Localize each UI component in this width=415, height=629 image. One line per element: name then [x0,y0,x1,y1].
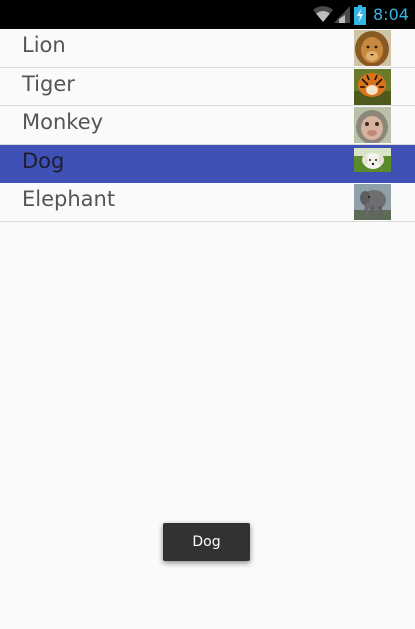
list-item-label: Elephant [22,187,116,212]
list-item-elephant[interactable]: Elephant [0,183,415,222]
list-item-label: Tiger [22,71,75,96]
tiger-thumbnail [354,68,391,105]
battery-charging-icon [354,5,366,30]
toast-message: Dog [163,523,250,561]
signal-icon [334,6,350,28]
list-item-dog[interactable]: Dog [0,144,415,184]
status-bar: 8:04 [0,0,415,29]
list-item-lion[interactable]: Lion [0,29,415,68]
list-item-label: Dog [22,148,65,173]
dog-thumbnail [354,145,391,182]
lion-thumbnail [354,30,391,66]
list-item-label: Lion [22,33,66,57]
wifi-icon [313,6,333,28]
list-item-monkey[interactable]: Monkey [0,106,415,145]
elephant-thumbnail [354,184,391,221]
animal-list[interactable]: Lion Tiger Monkey Dog Elephant [0,29,415,222]
monkey-thumbnail [354,107,391,144]
list-item-label: Monkey [22,110,104,135]
status-clock: 8:04 [373,5,409,24]
app-screen: 8:04 Lion Tiger Monkey Dog Elephant Dog [0,0,415,629]
list-item-tiger[interactable]: Tiger [0,68,415,107]
